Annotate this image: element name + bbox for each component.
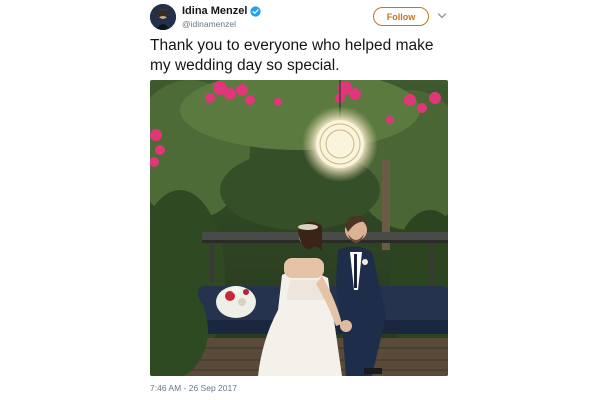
wedding-photo-image (150, 80, 448, 376)
author-handle[interactable]: @idinamenzel (182, 19, 236, 29)
author-display-name[interactable]: Idina Menzel (182, 5, 247, 17)
avatar[interactable] (150, 4, 176, 30)
wedding-photo[interactable] (150, 80, 448, 376)
tweet-card: Idina Menzel @idinamenzel Follow Thank y… (0, 0, 600, 400)
chevron-down-icon[interactable] (437, 12, 447, 20)
tweet-text: Thank you to everyone who helped make my… (150, 37, 434, 74)
avatar-image (150, 4, 176, 30)
verified-badge-icon (250, 5, 262, 17)
tweet-timestamp[interactable]: 7:46 AM - 26 Sep 2017 (150, 383, 237, 393)
follow-button[interactable]: Follow (373, 7, 429, 26)
author-name-row: Idina Menzel (182, 5, 262, 17)
